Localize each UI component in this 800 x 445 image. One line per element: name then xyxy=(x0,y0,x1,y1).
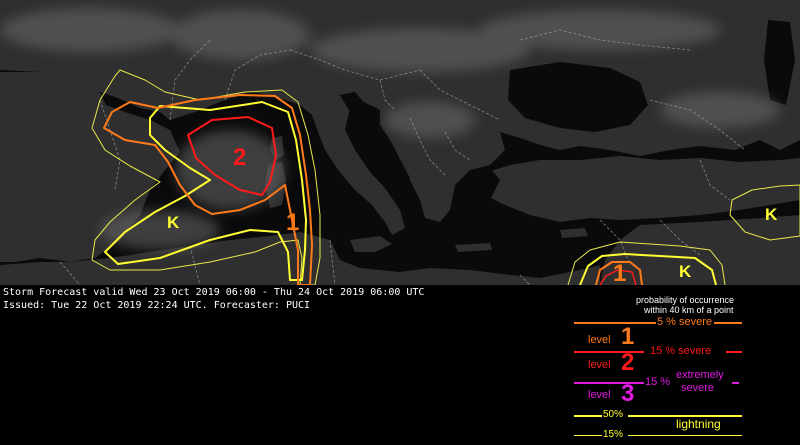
level3-legend-line-right xyxy=(732,382,739,384)
level3-legend-desc-line1: extremely xyxy=(676,369,724,381)
issued-text: Issued: Tue 22 Oct 2019 22:24 UTC. Forec… xyxy=(3,300,311,311)
level1-label-west: 1 xyxy=(286,209,299,236)
level1-legend-word: level xyxy=(588,334,611,346)
level3-legend-number: 3 xyxy=(621,380,635,407)
level3-legend-word: level xyxy=(588,389,611,401)
lightning-50-line-left xyxy=(574,415,602,417)
legend-title-line1: probability of occurrence xyxy=(636,295,735,305)
level2-legend-number: 2 xyxy=(621,349,635,376)
level1-legend-prob: 5 % severe xyxy=(657,316,713,328)
level3-legend-prob: 15 % xyxy=(645,376,671,388)
lightning-label-east: K xyxy=(679,262,692,281)
legend-title-line2: within 40 km of a point xyxy=(644,305,734,315)
level2-legend-line-right xyxy=(726,351,742,353)
level1-legend-line-left xyxy=(574,322,656,324)
lightning-word: lightning xyxy=(676,417,721,431)
lightning-15-line-right xyxy=(628,435,742,436)
legend: probability of occurrence within 40 km o… xyxy=(560,285,800,445)
lightning-50-label: 50% xyxy=(603,409,624,420)
level1-label-east: 1 xyxy=(613,260,626,285)
level2-label-west: 2 xyxy=(233,144,246,171)
level2-legend-word: level xyxy=(588,359,611,371)
lightning-label-far-east: K xyxy=(765,205,778,224)
lightning-15-line-left xyxy=(574,435,602,436)
lightning-15-label: 15% xyxy=(603,429,624,440)
validity-text: Storm Forecast valid Wed 23 Oct 2019 06:… xyxy=(3,287,425,298)
level3-legend-desc-line2: severe xyxy=(681,382,715,394)
level1-legend-number: 1 xyxy=(621,323,635,350)
level1-legend-line-right xyxy=(714,322,742,324)
level2-legend-prob: 15 % severe xyxy=(650,345,712,357)
forecast-info-panel: Storm Forecast valid Wed 23 Oct 2019 06:… xyxy=(0,285,800,445)
forecast-map: 1 2 1 K K K xyxy=(0,0,800,285)
lightning-label-west: K xyxy=(167,213,180,232)
